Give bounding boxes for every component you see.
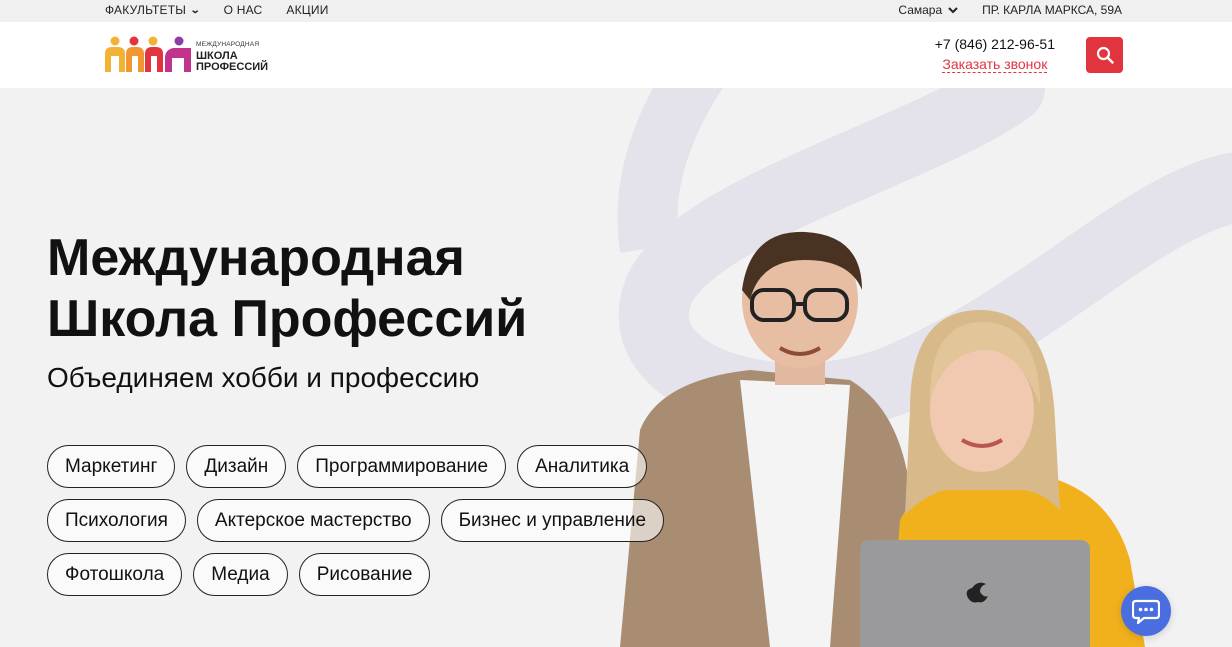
nav-faculties[interactable]: ФАКУЛЬТЕТЫ ⌄ [105, 3, 201, 17]
tag-media[interactable]: Медиа [193, 553, 288, 596]
hero-title-line2: Школа Профессий [47, 290, 528, 348]
nav-about[interactable]: О НАС [224, 3, 263, 17]
callback-link[interactable]: Заказать звонок [942, 56, 1048, 73]
tag-row: Маркетинг Дизайн Программирование Аналит… [47, 445, 707, 488]
phone-number[interactable]: +7 (846) 212-96-51 [935, 36, 1055, 52]
top-bar: ФАКУЛЬТЕТЫ ⌄ О НАС АКЦИИ Самара ПР. КАРЛ… [0, 0, 1232, 22]
header: МЕЖДУНАРОДНАЯ ШКОЛА ПРОФЕССИЙ +7 (846) 2… [0, 22, 1232, 88]
nav-promos-label: АКЦИИ [286, 3, 329, 17]
logo-line1: МЕЖДУНАРОДНАЯ [196, 41, 260, 48]
tag-marketing[interactable]: Маркетинг [47, 445, 176, 488]
address: ПР. КАРЛА МАРКСА, 59А [982, 3, 1122, 17]
tag-row: Фотошкола Медиа Рисование [47, 553, 707, 596]
tag-acting[interactable]: Актерское мастерство [196, 499, 430, 542]
tag-photo-school[interactable]: Фотошкола [47, 553, 183, 596]
logo-line3: ПРОФЕССИЙ [196, 61, 269, 74]
tag-row: Психология Актерское мастерство Бизнес и… [47, 499, 707, 542]
search-button[interactable] [1086, 37, 1123, 73]
tag-design[interactable]: Дизайн [186, 445, 287, 488]
hero-title: Международная Школа Профессий [47, 228, 527, 350]
tag-psychology[interactable]: Психология [47, 499, 186, 542]
tag-business[interactable]: Бизнес и управление [440, 499, 665, 542]
top-right: Самара ПР. КАРЛА МАРКСА, 59А [898, 3, 1122, 17]
contact-block: +7 (846) 212-96-51 Заказать звонок [935, 36, 1055, 74]
tag-programming[interactable]: Программирование [297, 445, 507, 488]
hero-title-line1: Международная [47, 229, 465, 287]
hero-subtitle: Объединяем хобби и профессию [47, 362, 480, 393]
logo-text: МЕЖДУНАРОДНАЯ ШКОЛА ПРОФЕССИЙ [196, 41, 269, 74]
chevron-down-icon: ⌄ [189, 4, 201, 16]
chat-button[interactable] [1121, 586, 1171, 636]
nav-about-label: О НАС [223, 3, 263, 17]
chat-icon [1132, 599, 1160, 624]
tag-analytics[interactable]: Аналитика [517, 445, 648, 488]
search-icon [1096, 46, 1114, 64]
city-label: Самара [898, 3, 943, 17]
nav-faculties-label: ФАКУЛЬТЕТЫ [105, 3, 187, 17]
tag-drawing[interactable]: Рисование [298, 553, 431, 596]
nav-promos[interactable]: АКЦИИ [286, 3, 328, 17]
chevron-down-icon [948, 6, 958, 13]
top-nav: ФАКУЛЬТЕТЫ ⌄ О НАС АКЦИИ [105, 3, 329, 17]
city-selector[interactable]: Самара [898, 3, 958, 17]
category-tags: Маркетинг Дизайн Программирование Аналит… [47, 445, 707, 607]
